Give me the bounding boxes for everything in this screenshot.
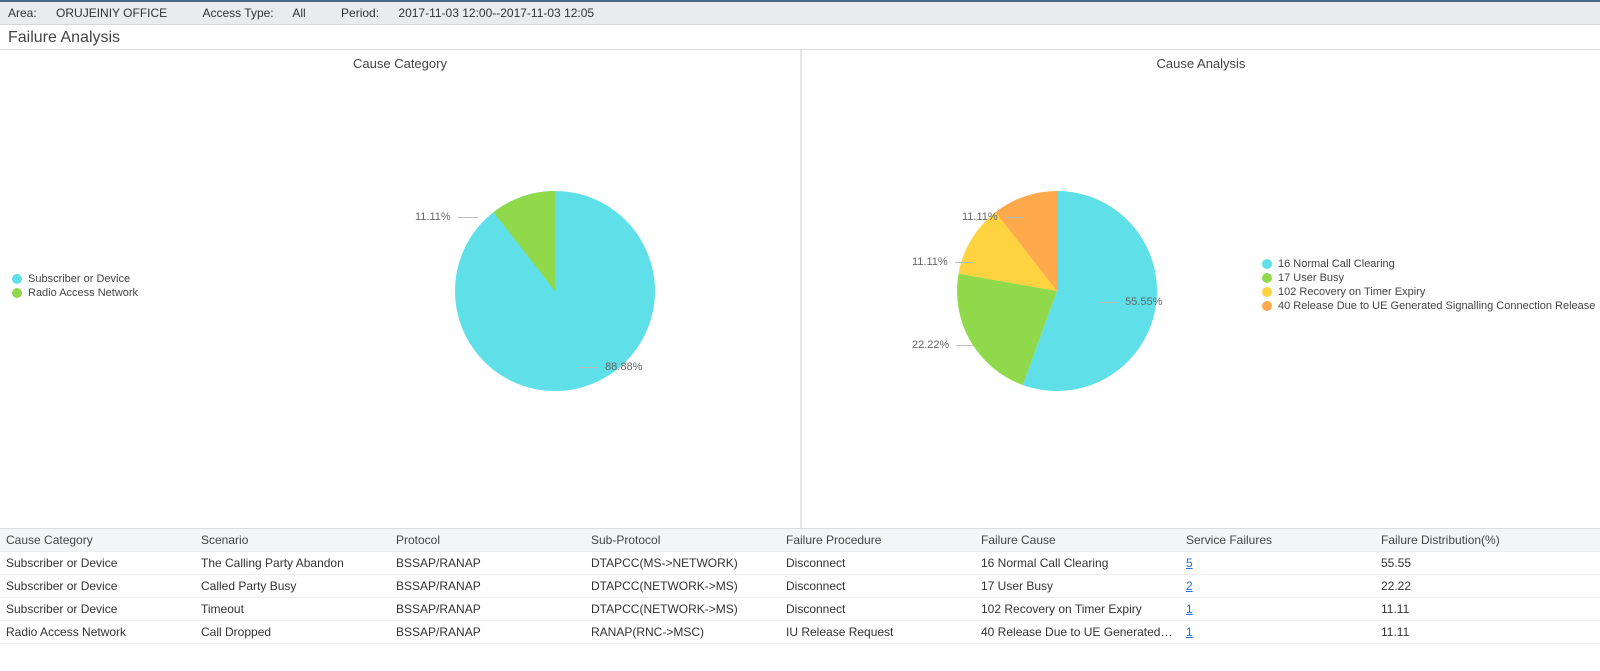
cell-scenario: Call Dropped [195, 621, 390, 644]
col-failure-procedure[interactable]: Failure Procedure [780, 529, 975, 552]
period-label-text: Period: [341, 6, 379, 20]
col-service-failures[interactable]: Service Failures [1180, 529, 1375, 552]
cell-failure-procedure: Disconnect [780, 598, 975, 621]
pie-wrap: Subscriber or Device Radio Access Networ… [0, 71, 800, 511]
label-text: 55.55% [1125, 296, 1162, 308]
table-header-row: Cause Category Scenario Protocol Sub-Pro… [0, 529, 1600, 552]
cell-protocol: BSSAP/RANAP [390, 575, 585, 598]
cell-cause-category: Radio Access Network [0, 621, 195, 644]
col-scenario[interactable]: Scenario [195, 529, 390, 552]
col-failure-distribution[interactable]: Failure Distribution(%) [1375, 529, 1600, 552]
access-type: Access Type: All [203, 6, 326, 20]
pie-data-label: 11.11% [415, 211, 478, 223]
pie-data-label: 11.11% [962, 211, 1023, 223]
pie-wrap: 16 Normal Call Clearing 17 User Busy 102… [802, 71, 1600, 511]
cell-protocol: BSSAP/RANAP [390, 621, 585, 644]
pie-data-label: 55.55% [1100, 296, 1162, 308]
charts-area: Cause Category Subscriber or Device Radi… [0, 50, 1600, 529]
legend-dot-icon [1262, 287, 1272, 297]
period-value: 2017-11-03 12:00--2017-11-03 12:05 [398, 6, 594, 20]
cell-failure-distribution: 11.11 [1375, 621, 1600, 644]
cell-failure-procedure: Disconnect [780, 552, 975, 575]
table-body: Subscriber or DeviceThe Calling Party Ab… [0, 552, 1600, 644]
pie-data-label: 22.22% [912, 339, 974, 351]
cell-sub-protocol: RANAP(RNC->MSC) [585, 621, 780, 644]
cell-protocol: BSSAP/RANAP [390, 552, 585, 575]
legend-label: 17 User Busy [1278, 272, 1344, 284]
cell-failure-distribution: 55.55 [1375, 552, 1600, 575]
col-cause-category[interactable]: Cause Category [0, 529, 195, 552]
cell-failure-procedure: Disconnect [780, 575, 975, 598]
cell-cause-category: Subscriber or Device [0, 598, 195, 621]
legend-dot-icon [12, 274, 22, 284]
cell-service-failures[interactable]: 1 [1180, 598, 1375, 621]
pie-data-label: 11.11% [912, 256, 973, 268]
area-value: ORUJEINIY OFFICE [56, 6, 167, 20]
cell-failure-distribution: 11.11 [1375, 598, 1600, 621]
legend-label: 16 Normal Call Clearing [1278, 258, 1395, 270]
legend-label: Subscriber or Device [28, 273, 130, 285]
chart-cause-category: Cause Category Subscriber or Device Radi… [0, 50, 800, 528]
cell-scenario: The Calling Party Abandon [195, 552, 390, 575]
legend-item[interactable]: 16 Normal Call Clearing [1262, 258, 1595, 270]
cell-sub-protocol: DTAPCC(MS->NETWORK) [585, 552, 780, 575]
cell-scenario: Timeout [195, 598, 390, 621]
label-text: 11.11% [415, 211, 451, 223]
col-protocol[interactable]: Protocol [390, 529, 585, 552]
page-title: Failure Analysis [0, 25, 1600, 50]
legend-right: 16 Normal Call Clearing 17 User Busy 102… [1262, 256, 1595, 314]
legend-label: 102 Recovery on Timer Expiry [1278, 286, 1425, 298]
cell-failure-cause: 17 User Busy [975, 575, 1180, 598]
cell-protocol: BSSAP/RANAP [390, 598, 585, 621]
cell-cause-category: Subscriber or Device [0, 575, 195, 598]
cell-failure-cause: 40 Release Due to UE Generated Sign... [975, 621, 1180, 644]
chart-title: Cause Analysis [802, 56, 1600, 71]
area-label: Area: ORUJEINIY OFFICE [8, 6, 187, 20]
cell-failure-cause: 102 Recovery on Timer Expiry [975, 598, 1180, 621]
legend-dot-icon [12, 288, 22, 298]
pie-data-label: 88.88% [578, 361, 642, 373]
label-text: 22.22% [912, 339, 949, 351]
label-text: 88.88% [605, 361, 642, 373]
col-sub-protocol[interactable]: Sub-Protocol [585, 529, 780, 552]
legend-item[interactable]: 40 Release Due to UE Generated Signallin… [1262, 300, 1595, 312]
cell-failure-procedure: IU Release Request [780, 621, 975, 644]
access-value: All [292, 6, 305, 20]
table-row[interactable]: Subscriber or DeviceCalled Party BusyBSS… [0, 575, 1600, 598]
cell-sub-protocol: DTAPCC(NETWORK->MS) [585, 575, 780, 598]
legend-label: 40 Release Due to UE Generated Signallin… [1278, 300, 1595, 312]
cell-cause-category: Subscriber or Device [0, 552, 195, 575]
cell-failure-cause: 16 Normal Call Clearing [975, 552, 1180, 575]
legend-item[interactable]: Radio Access Network [12, 287, 138, 299]
area-label-text: Area: [8, 6, 37, 20]
label-text: 11.11% [912, 256, 948, 268]
table-row[interactable]: Subscriber or DeviceThe Calling Party Ab… [0, 552, 1600, 575]
legend-dot-icon [1262, 259, 1272, 269]
label-text: 11.11% [962, 211, 998, 223]
table-row[interactable]: Radio Access NetworkCall DroppedBSSAP/RA… [0, 621, 1600, 644]
filter-bar: Area: ORUJEINIY OFFICE Access Type: All … [0, 0, 1600, 25]
legend-item[interactable]: 102 Recovery on Timer Expiry [1262, 286, 1595, 298]
cell-service-failures[interactable]: 5 [1180, 552, 1375, 575]
chart-cause-analysis: Cause Analysis 16 Normal Call Clearing 1… [800, 50, 1600, 528]
cell-failure-distribution: 22.22 [1375, 575, 1600, 598]
cell-sub-protocol: DTAPCC(NETWORK->MS) [585, 598, 780, 621]
legend-dot-icon [1262, 301, 1272, 311]
cell-scenario: Called Party Busy [195, 575, 390, 598]
access-label-text: Access Type: [203, 6, 274, 20]
legend-item[interactable]: Subscriber or Device [12, 273, 138, 285]
legend-label: Radio Access Network [28, 287, 138, 299]
cell-service-failures[interactable]: 1 [1180, 621, 1375, 644]
period: Period: 2017-11-03 12:00--2017-11-03 12:… [341, 6, 610, 20]
failure-table: Cause Category Scenario Protocol Sub-Pro… [0, 529, 1600, 644]
table-row[interactable]: Subscriber or DeviceTimeoutBSSAP/RANAPDT… [0, 598, 1600, 621]
legend-left: Subscriber or Device Radio Access Networ… [12, 271, 138, 301]
chart-title: Cause Category [0, 56, 800, 71]
cell-service-failures[interactable]: 2 [1180, 575, 1375, 598]
legend-dot-icon [1262, 273, 1272, 283]
col-failure-cause[interactable]: Failure Cause [975, 529, 1180, 552]
legend-item[interactable]: 17 User Busy [1262, 272, 1595, 284]
